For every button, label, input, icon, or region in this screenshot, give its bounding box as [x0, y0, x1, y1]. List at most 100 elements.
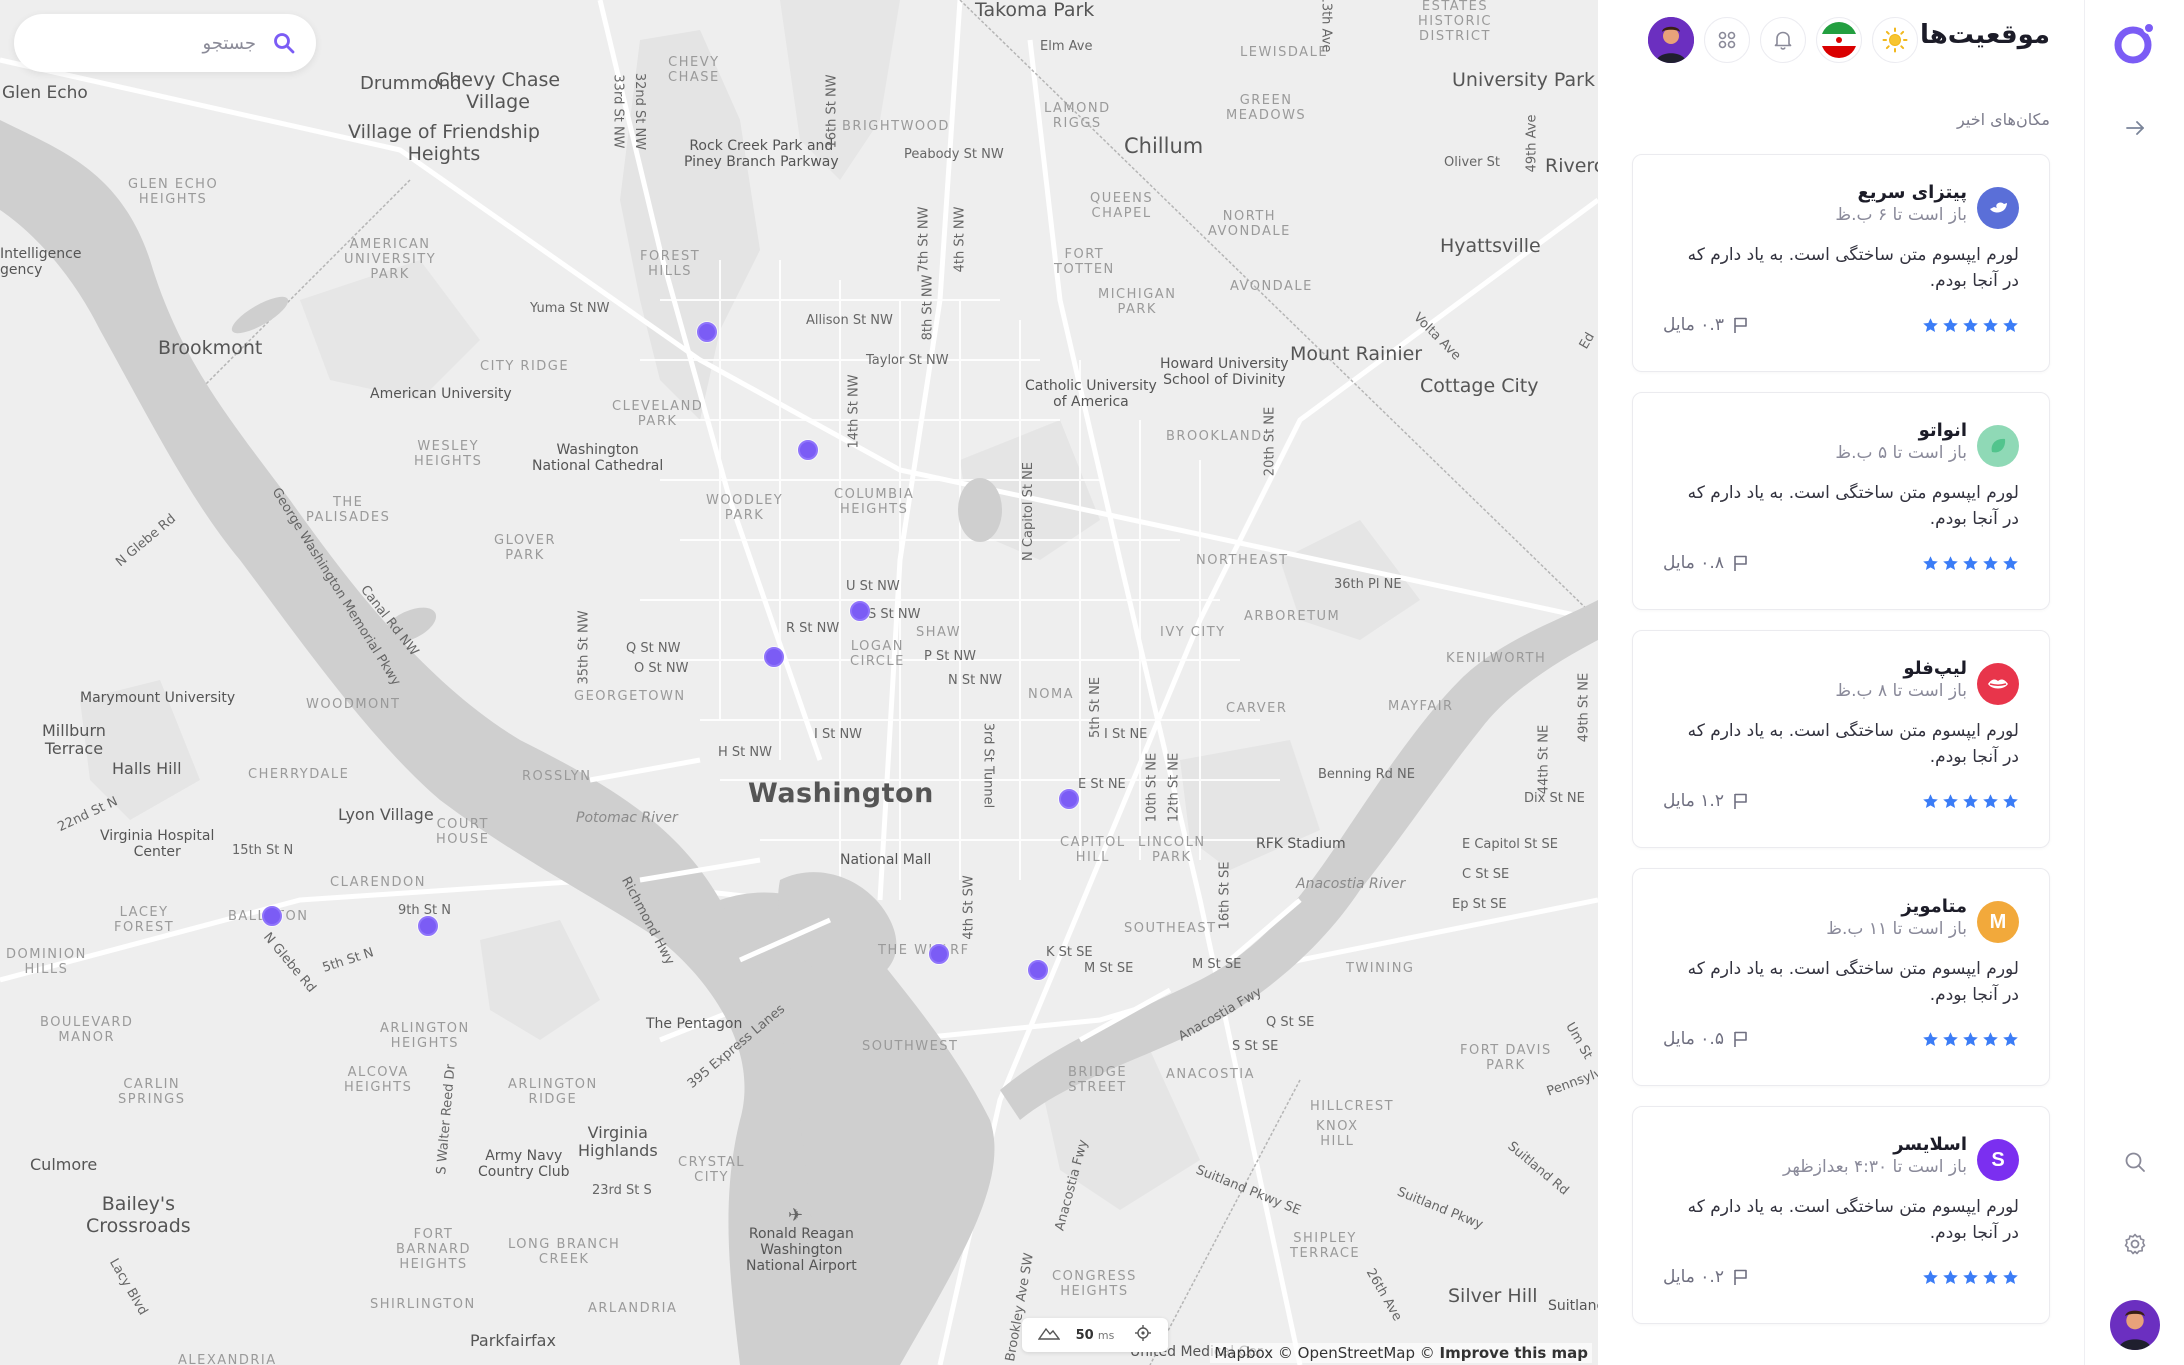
place-name: لیپ‌فلو — [1903, 658, 1967, 679]
rating-stars — [1922, 1031, 2019, 1048]
place-logo — [1977, 425, 2019, 467]
map-label-forest-hills: FOREST HILLS — [640, 249, 701, 279]
user-avatar[interactable] — [1648, 17, 1694, 63]
map-label-dix-st: Dix St NE — [1524, 791, 1585, 806]
search-box[interactable] — [14, 14, 316, 72]
star-icon — [1942, 317, 1959, 334]
attribution-mapbox[interactable]: Mapbox © — [1214, 1344, 1293, 1362]
map-marker[interactable] — [697, 322, 717, 342]
search-button[interactable] — [2115, 1142, 2155, 1182]
airport-icon: ✈ — [788, 1205, 804, 1226]
map-label-arlington-heights: ARLINGTON HEIGHTS — [380, 1021, 470, 1051]
flag-icon — [1730, 1267, 1750, 1287]
profile-avatar[interactable] — [2109, 1300, 2160, 1350]
map-label-lyon-village: Lyon Village — [338, 805, 434, 824]
theme-toggle-button[interactable] — [1872, 17, 1918, 63]
map-label-mount-rainier: Mount Rainier — [1290, 343, 1423, 365]
map-label-49th-st: 49th St NE — [1576, 672, 1592, 743]
map-label-fort-totten: FORT TOTTEN — [1054, 247, 1115, 277]
map-label-the-wharf: THE WHARF — [878, 943, 970, 958]
search-icon[interactable] — [272, 31, 296, 55]
star-icon — [1922, 793, 1939, 810]
scale-value: 50 — [1075, 1327, 1094, 1343]
star-icon — [1962, 1269, 1979, 1286]
rating-stars — [1922, 1269, 2019, 1286]
map-marker[interactable] — [929, 944, 949, 964]
map-label-q-st: Q St NW — [626, 641, 681, 656]
bird-icon — [1987, 197, 2009, 219]
map-marker[interactable] — [1059, 789, 1079, 809]
place-card[interactable]: S اسلایسر باز است تا ۴:۳۰ بعدازظهر لورم ایپ… — [1632, 1106, 2050, 1324]
place-card[interactable]: انواتو باز است تا ۵ ب.ظ لورم ایپسوم متن سا… — [1632, 392, 2050, 610]
map-marker[interactable] — [1028, 960, 1048, 980]
place-card[interactable]: M متامویز باز است تا ۱۱ ب.ظ لورم ایپسوم متن… — [1632, 868, 2050, 1086]
map-label-3rd-st-tunnel: 3rd St Tunnel — [980, 722, 996, 809]
map-label-anacostia-river: Anacostia River — [1296, 876, 1406, 892]
map-label-twining: TWINING — [1346, 961, 1415, 976]
terrain-icon[interactable] — [1037, 1326, 1061, 1344]
map-label-p-st: P St NW — [924, 649, 977, 664]
place-description: لورم ایپسوم متن ساختگی است. به یاد دارم … — [1687, 483, 2019, 530]
attribution-osm[interactable]: OpenStreetMap © — [1298, 1344, 1435, 1362]
search-input[interactable] — [56, 32, 256, 54]
map-marker[interactable] — [262, 906, 282, 926]
map-label-millburn-terrace: Millburn Terrace — [42, 721, 106, 759]
arrow-right-icon — [2124, 117, 2146, 139]
map-label-american-university: American University — [370, 386, 512, 402]
map-label-boulevard-manor: BOULEVARD MANOR — [40, 1015, 134, 1045]
place-card[interactable]: لیپ‌فلو باز است تا ۸ ب.ظ لورم ایپسوم متن س… — [1632, 630, 2050, 848]
collapse-button[interactable] — [2115, 108, 2155, 148]
map-label-long-branch-creek: LONG BRANCH CREEK — [508, 1237, 621, 1267]
star-icon — [1982, 1031, 1999, 1048]
map-label-michigan-park: MICHIGAN PARK — [1098, 287, 1177, 317]
place-card[interactable]: پیتزای سریع باز است تا ۶ ب.ظ لورم ایپسوم م… — [1632, 154, 2050, 372]
place-name: پیتزای سریع — [1857, 182, 1967, 203]
map-label-rock-creek-park: Rock Creek Park and Piney Branch Parkway — [684, 138, 839, 171]
distance-value: ۰.۲ مایل — [1663, 1267, 1724, 1287]
map-label-36th-pl: 36th Pl NE — [1334, 577, 1402, 592]
map-label-anacostia: ANACOSTIA — [1166, 1067, 1256, 1082]
star-icon — [2002, 793, 2019, 810]
map-marker[interactable] — [764, 647, 784, 667]
map-label-reagan-airport: Ronald Reagan Washington National Airpor… — [746, 1226, 857, 1275]
map-label-intelligence-agency: Intelligence gency — [0, 246, 82, 279]
map-label-h-st: H St NW — [718, 745, 772, 760]
logo[interactable] — [2110, 18, 2160, 68]
notifications-button[interactable] — [1760, 17, 1806, 63]
map-label-knox-hill: KNOX HILL — [1316, 1119, 1359, 1149]
star-icon — [1942, 793, 1959, 810]
map-label-4th-st-sw: 4th St SW — [961, 875, 977, 940]
map-label-courthouse: COURT HOUSE — [436, 817, 490, 847]
language-button[interactable] — [1816, 17, 1862, 63]
map-label-k-st-se: K St SE — [1046, 945, 1093, 960]
map-marker[interactable] — [798, 440, 818, 460]
map-label-n-st: N St NW — [948, 673, 1002, 688]
map-label-shirlington: SHIRLINGTON — [370, 1297, 476, 1312]
place-hours: باز است تا ۱۱ ب.ظ — [1826, 919, 1967, 939]
sun-icon — [1882, 27, 1908, 53]
map-controls: 50 ms — [1022, 1318, 1168, 1352]
map-marker[interactable] — [418, 916, 438, 936]
map-label-halls-hill: Halls Hill — [112, 759, 182, 778]
map[interactable]: Takoma Park Chevy Chase Village Drummond… — [0, 0, 1598, 1365]
map-label-crystal-city: CRYSTAL CITY — [678, 1155, 746, 1185]
map-label-23rd-st-s: 23rd St S — [592, 1183, 652, 1198]
apps-button[interactable] — [1704, 17, 1750, 63]
locate-icon[interactable] — [1134, 1324, 1152, 1346]
map-label-estates-historic: ESTATES HISTORIC DISTRICT — [1418, 0, 1492, 44]
star-icon — [1982, 317, 1999, 334]
map-label-city-ridge: CITY RIDGE — [480, 359, 570, 374]
iran-flag-icon — [1821, 22, 1857, 58]
map-label-national-mall: National Mall — [840, 852, 932, 868]
settings-button[interactable] — [2115, 1224, 2155, 1264]
attribution-improve[interactable]: Improve this map — [1440, 1344, 1588, 1362]
map-label-capitol-hill: CAPITOL HILL — [1060, 835, 1126, 865]
map-label-avondale: AVONDALE — [1230, 279, 1313, 294]
map-label-5th-st-ne: 5th St NE — [1088, 676, 1104, 739]
map-label-rfk-stadium: RFK Stadium — [1256, 836, 1346, 852]
place-name: اسلایسر — [1893, 1134, 1967, 1155]
map-label-brookland: BROOKLAND — [1166, 429, 1263, 444]
map-label-wesley-heights: WESLEY HEIGHTS — [414, 439, 483, 469]
map-marker[interactable] — [850, 601, 870, 621]
distance-value: ۱.۲ مایل — [1663, 791, 1724, 811]
